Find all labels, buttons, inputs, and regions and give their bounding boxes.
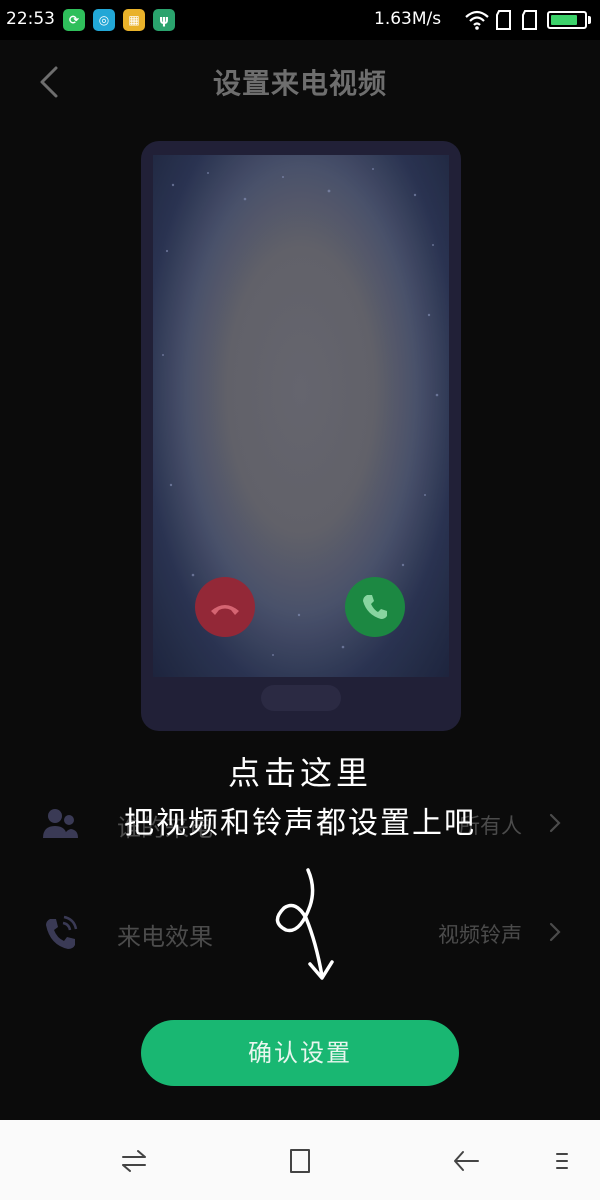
settings-row-label: 来电效果 <box>117 923 213 951</box>
header: 设置来电视频 <box>0 40 600 124</box>
messenger-app-icon: ◎ <box>93 9 115 31</box>
decline-call-button <box>195 577 255 637</box>
hint-text-set-video-ringtone: 把视频和铃声都设置上吧 <box>124 806 476 841</box>
sync-app-icon: ⟳ <box>63 9 85 31</box>
more-icon[interactable] <box>552 1146 572 1176</box>
phone-home-key <box>261 685 341 711</box>
home-icon[interactable] <box>284 1146 316 1176</box>
wifi-icon <box>465 10 489 30</box>
network-speed: 1.63M/s <box>374 9 442 29</box>
confirm-settings-button[interactable]: 确认设置 <box>141 1020 459 1086</box>
call-preview-phone <box>141 141 461 731</box>
battery-tip <box>588 16 591 24</box>
usb-icon: ψ <box>153 9 175 31</box>
page-title: 设置来电视频 <box>212 67 387 100</box>
call-effect-icon <box>46 915 78 949</box>
status-bar: 22:53 ⟳ ◎ ▦ ψ 1.63M/s <box>0 0 600 40</box>
menu-icon[interactable] <box>118 1146 150 1176</box>
battery-icon <box>547 11 587 29</box>
chevron-right-icon <box>549 922 561 942</box>
hand-drawn-arrow-icon <box>275 868 334 980</box>
sim1-signal-icon <box>496 10 511 30</box>
accept-call-button <box>345 577 405 637</box>
back-icon[interactable] <box>450 1146 482 1176</box>
status-time: 22:53 <box>6 9 55 29</box>
gallery-app-icon: ▦ <box>123 9 145 31</box>
settings-row-value: 视频铃声 <box>438 923 522 947</box>
call-preview-screen <box>153 155 449 677</box>
battery-level-fill <box>551 15 577 25</box>
navigation-bar <box>0 1120 600 1200</box>
sim2-signal-icon <box>522 10 537 30</box>
